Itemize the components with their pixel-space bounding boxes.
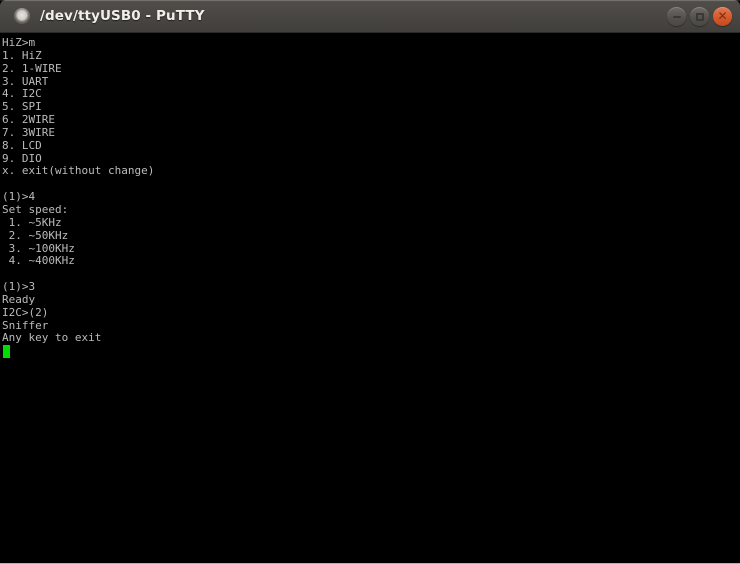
window-controls: ✕ <box>667 0 732 33</box>
terminal-line: Any key to exit <box>2 331 102 345</box>
terminal-line: Sniffer <box>2 318 49 332</box>
terminal-line: 1. ~5KHz <box>2 215 62 229</box>
terminal-line: 4. I2C <box>2 87 42 101</box>
terminal-line: (1)>3 <box>2 280 36 294</box>
window-title: /dev/ttyUSB0 - PuTTY <box>40 8 205 24</box>
terminal-line: HiZ>m <box>2 36 36 49</box>
terminal-cursor <box>3 345 10 359</box>
terminal-line: 3. UART <box>2 74 49 88</box>
terminal-line: 1. HiZ <box>2 48 42 62</box>
close-icon: ✕ <box>717 9 728 23</box>
terminal-line: 5. SPI <box>2 100 42 114</box>
minimize-icon <box>672 15 681 18</box>
terminal-line: 2. 1-WIRE <box>2 61 62 75</box>
close-button[interactable]: ✕ <box>713 7 732 26</box>
terminal-line: 2. ~50KHz <box>2 228 69 242</box>
terminal-circle-icon <box>14 8 30 24</box>
terminal-line: x. exit(without change) <box>2 164 155 178</box>
terminal-line: 4. ~400KHz <box>2 254 75 268</box>
maximize-button[interactable] <box>690 7 709 26</box>
terminal-line: I2C>(2) <box>2 305 49 319</box>
window-titlebar[interactable]: /dev/ttyUSB0 - PuTTY ✕ <box>0 0 740 33</box>
putty-window: /dev/ttyUSB0 - PuTTY ✕ HiZ>m 1. HiZ 2. 1-W… <box>0 0 740 564</box>
maximize-icon <box>695 12 704 21</box>
terminal-line: 6. 2WIRE <box>2 113 55 127</box>
terminal-line: 8. LCD <box>2 138 42 152</box>
terminal-line: Set speed: <box>2 202 69 216</box>
minimize-button[interactable] <box>667 7 686 26</box>
terminal-output[interactable]: HiZ>m 1. HiZ 2. 1-WIRE 3. UART 4. I2C 5. SPI 6… <box>0 33 740 563</box>
terminal-line: 7. 3WIRE <box>2 125 55 139</box>
terminal-line: 3. ~100KHz <box>2 241 75 255</box>
terminal-line: Ready <box>2 292 36 306</box>
terminal-line-list: HiZ>m 1. HiZ 2. 1-WIRE 3. UART 4. I2C 5. SPI 6… <box>2 36 740 345</box>
terminal-line: (1)>4 <box>2 190 36 204</box>
